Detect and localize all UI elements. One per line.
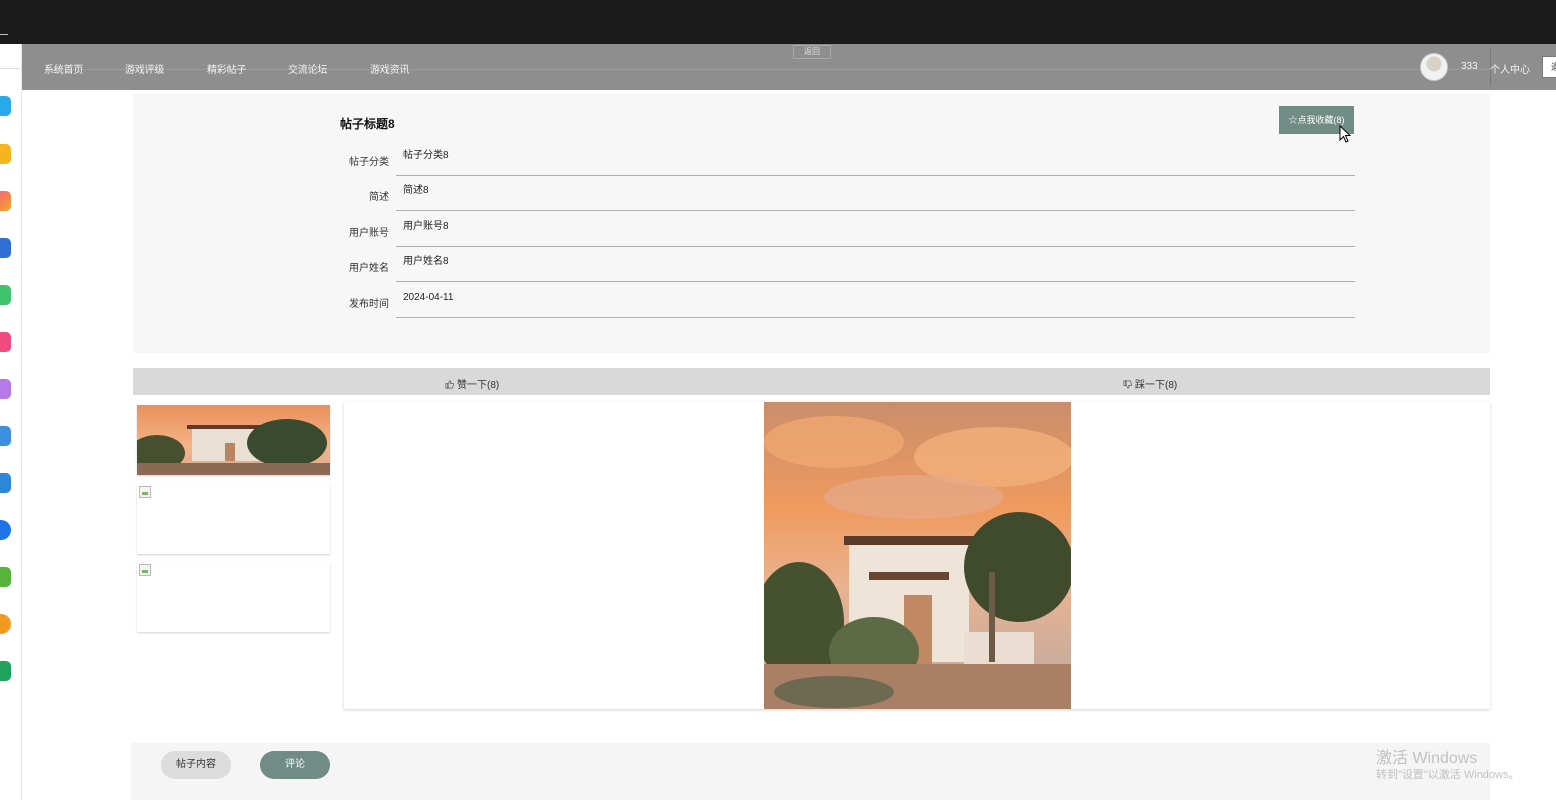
broken-image-icon xyxy=(139,486,151,498)
avatar[interactable] xyxy=(1420,53,1448,81)
broken-image-icon xyxy=(139,564,151,576)
minimize-dash xyxy=(0,34,8,35)
app-icon-purple[interactable] xyxy=(0,379,11,399)
vote-bar: 赞一下(8) 踩一下(8) xyxy=(133,368,1490,395)
nav-item-featured-posts[interactable]: 精彩帖子 xyxy=(207,61,246,76)
field-row-category: 帖子分类 帖子分类8 xyxy=(340,141,1355,176)
field-value: 用户账号8 xyxy=(396,212,1355,247)
field-row-summary: 简述 简述8 xyxy=(340,176,1355,211)
house-photo-image xyxy=(764,402,1071,709)
logout-button[interactable]: 退 xyxy=(1542,56,1556,78)
app-icon-yellow[interactable] xyxy=(0,144,11,164)
top-navbar: 返回 系统首页 游戏评级 精彩帖子 交流论坛 游戏资讯 333 个人中心 退 xyxy=(22,44,1556,90)
field-value: 2024-04-11 xyxy=(396,283,1355,318)
app-icon-pink[interactable] xyxy=(0,332,11,352)
navbar-divider xyxy=(44,69,1494,70)
content-tabs-area: 帖子内容 评论 xyxy=(131,743,1490,800)
app-icon-edit[interactable] xyxy=(0,426,11,446)
field-row-user-account: 用户账号 用户账号8 xyxy=(340,212,1355,247)
field-value: 简述8 xyxy=(396,176,1355,211)
app-icon-document[interactable] xyxy=(0,238,11,258)
field-row-publish-time: 发布时间 2024-04-11 xyxy=(340,283,1355,318)
dislike-button[interactable]: 踩一下(8) xyxy=(1123,376,1177,391)
window-title-bar xyxy=(0,0,1556,44)
app-icon-code[interactable] xyxy=(0,473,11,493)
post-detail-card: 帖子标题8 ☆点我收藏(8) 帖子分类 帖子分类8 简述 简述8 用户账号 用户… xyxy=(133,94,1490,353)
thumbnail-broken-1[interactable] xyxy=(137,484,330,554)
app-icon-green[interactable] xyxy=(0,285,11,305)
field-row-user-name: 用户姓名 用户姓名8 xyxy=(340,247,1355,282)
app-icon-wechat[interactable] xyxy=(0,567,11,587)
nav-item-home[interactable]: 系统首页 xyxy=(44,61,83,76)
back-button[interactable]: 返回 xyxy=(793,45,831,59)
nav-item-game-rating[interactable]: 游戏评级 xyxy=(125,61,164,76)
nav-item-forum[interactable]: 交流论坛 xyxy=(288,61,327,76)
app-icon-mail[interactable] xyxy=(0,661,11,681)
windows-activation-watermark-title: 激活 Windows xyxy=(1376,750,1478,767)
desktop-app-dock xyxy=(0,44,22,800)
nav-item-game-news[interactable]: 游戏资讯 xyxy=(370,61,409,76)
app-icon-blue[interactable] xyxy=(0,96,11,116)
house-thumbnail-image xyxy=(137,405,330,475)
tab-comment[interactable]: 评论 xyxy=(260,751,330,779)
thumbs-up-icon xyxy=(445,380,454,389)
thumbs-down-icon xyxy=(1123,380,1132,389)
field-label: 简述 xyxy=(369,192,389,203)
app-icon-browser[interactable] xyxy=(0,520,11,540)
field-label: 用户账号 xyxy=(349,228,389,239)
thumbnail-house[interactable] xyxy=(137,405,330,475)
main-image[interactable] xyxy=(764,402,1071,709)
app-icon-ai[interactable] xyxy=(0,191,11,211)
main-image-panel xyxy=(344,402,1490,709)
app-icon-weibo[interactable] xyxy=(0,614,11,634)
personal-center-link[interactable]: 个人中心 xyxy=(1490,61,1530,76)
field-label: 发布时间 xyxy=(349,299,389,310)
thumbnail-broken-2[interactable] xyxy=(137,562,330,632)
dislike-label: 踩一下(8) xyxy=(1135,380,1178,391)
field-label: 帖子分类 xyxy=(349,157,389,168)
windows-activation-watermark-hint: 转到"设置"以激活 Windows。 xyxy=(1376,769,1520,781)
username: 333 xyxy=(1461,61,1478,72)
like-label: 赞一下(8) xyxy=(457,380,500,391)
dock-separator xyxy=(0,68,20,69)
field-label: 用户姓名 xyxy=(349,263,389,274)
field-value: 用户姓名8 xyxy=(396,247,1355,282)
post-title: 帖子标题8 xyxy=(340,117,395,131)
field-value: 帖子分类8 xyxy=(396,141,1355,176)
tab-post-content[interactable]: 帖子内容 xyxy=(161,751,231,779)
like-button[interactable]: 赞一下(8) xyxy=(445,376,499,391)
